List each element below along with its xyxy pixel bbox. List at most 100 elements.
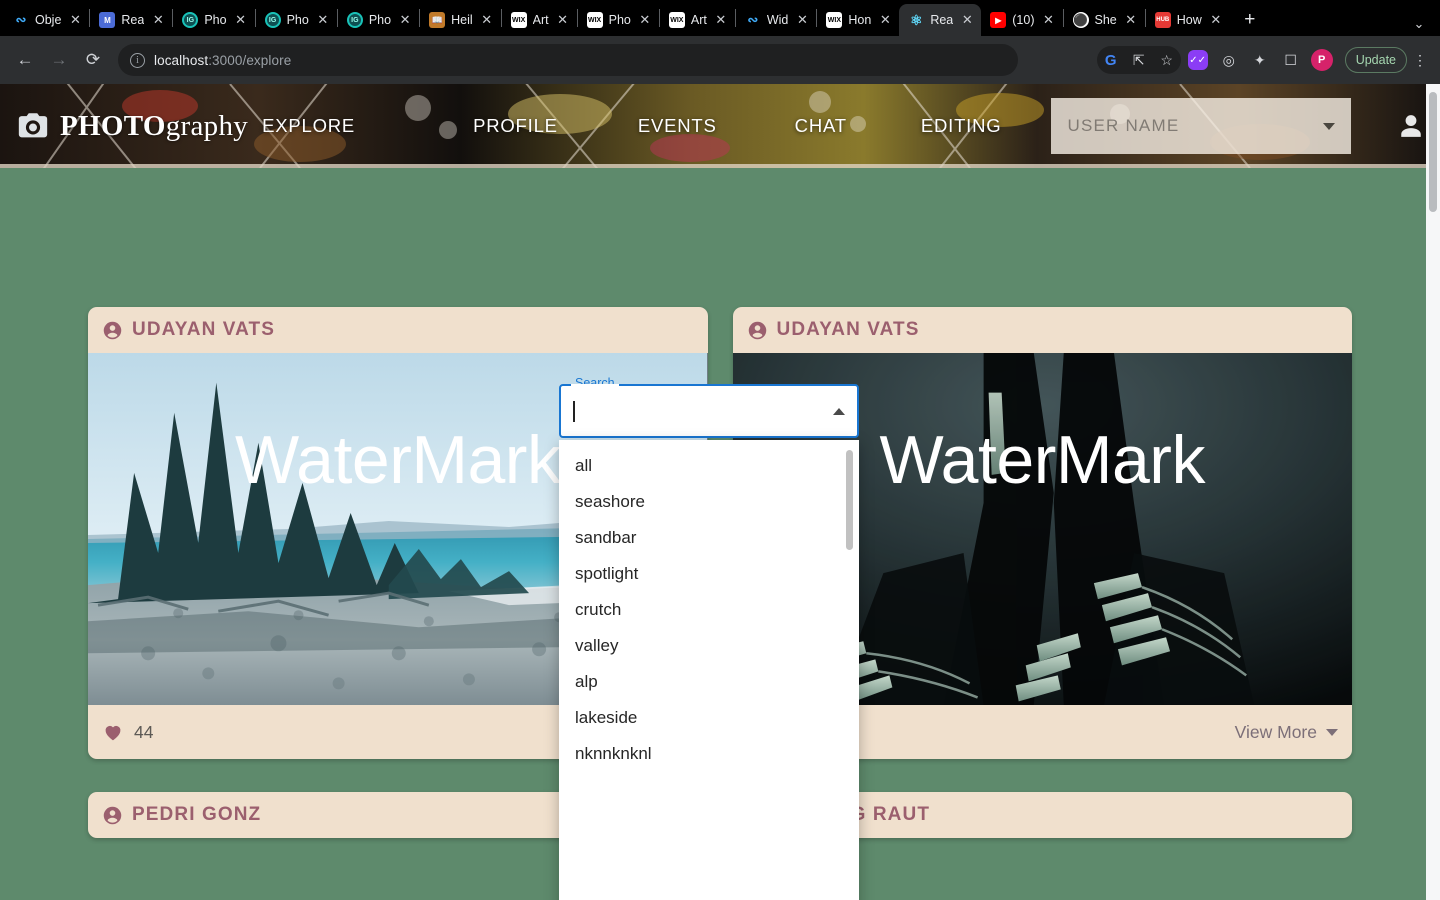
option-item[interactable]: seashore [559, 484, 859, 520]
sidepanel-icon[interactable]: ☐ [1277, 46, 1305, 74]
browser-toolbar: ← → ⟳ i localhost:3000/explore G ⇱ ☆ ✓✓ … [0, 36, 1440, 84]
close-icon[interactable]: ✕ [1208, 12, 1224, 28]
tab-title: Pho [204, 13, 227, 27]
browser-tab[interactable]: IG Pho ✕ [338, 4, 419, 36]
nav-item-events[interactable]: EVENTS [638, 115, 717, 137]
tab-title: She [1094, 13, 1117, 27]
option-item[interactable]: valley [559, 628, 859, 664]
search-combobox[interactable]: Search all seashore sandbar spotlight cr… [559, 377, 859, 900]
browser-tab[interactable]: ∾ Obje ✕ [4, 4, 89, 36]
book-icon: 📖 [429, 12, 446, 28]
site-header: PHOTOgraphy EXPLORE PROFILE EVENTS CHAT … [0, 84, 1440, 168]
wix-icon: WIX [586, 12, 603, 28]
option-item[interactable]: crutch [559, 592, 859, 628]
close-icon[interactable]: ✕ [479, 12, 495, 28]
tab-strip: ∾ Obje ✕ M Rea ✕ IG Pho ✕ IG Pho ✕ IG Ph… [0, 0, 1440, 36]
close-icon[interactable]: ✕ [1041, 12, 1057, 28]
browser-tab[interactable]: IG Pho ✕ [256, 4, 337, 36]
browser-tab[interactable]: WIX Art ✕ [660, 4, 735, 36]
back-button[interactable]: ← [10, 45, 40, 75]
option-item[interactable]: sandbar [559, 520, 859, 556]
browser-tab[interactable]: M Rea ✕ [90, 4, 172, 36]
browser-menu-kebab-icon[interactable]: ⋮ [1410, 52, 1430, 69]
scrollbar-thumb[interactable] [846, 450, 853, 550]
close-icon[interactable]: ✕ [959, 12, 975, 28]
page-scrollbar[interactable] [1426, 84, 1440, 900]
close-icon[interactable]: ✕ [555, 12, 571, 28]
browser-tab-active[interactable]: ⚛ Rea ✕ [899, 4, 982, 36]
new-tab-button[interactable]: + [1236, 6, 1264, 34]
hub-icon: HUB [1154, 12, 1171, 28]
close-icon[interactable]: ✕ [637, 12, 653, 28]
close-icon[interactable]: ✕ [713, 12, 729, 28]
nav-item-editing[interactable]: EDITING [921, 115, 1002, 137]
tab-search-chevron-down-icon[interactable]: ⌄ [1406, 16, 1432, 32]
wix-icon: WIX [826, 12, 843, 28]
browser-tab[interactable]: 📖 Heil ✕ [420, 4, 501, 36]
option-item[interactable]: alp [559, 664, 859, 700]
site-info-icon[interactable]: i [130, 52, 145, 68]
browser-tab[interactable]: IG Pho ✕ [173, 4, 254, 36]
close-icon[interactable]: ✕ [1123, 12, 1139, 28]
browser-tab[interactable]: ⚫ She ✕ [1064, 4, 1145, 36]
user-name-select[interactable]: USER NAME [1051, 98, 1352, 154]
forward-button[interactable]: → [44, 45, 74, 75]
close-icon[interactable]: ✕ [67, 12, 83, 28]
heart-icon[interactable] [102, 721, 124, 743]
browser-tab[interactable]: ∾ Wid ✕ [736, 4, 817, 36]
close-icon[interactable]: ✕ [233, 12, 249, 28]
view-more-button[interactable]: View More [1235, 722, 1338, 743]
browser-tab[interactable]: ▶ (10) ✕ [981, 4, 1062, 36]
tab-title: Obje [35, 13, 62, 27]
camera-icon [16, 109, 50, 143]
reload-button[interactable]: ⟳ [78, 45, 108, 75]
nav-item-explore[interactable]: EXPLORE [262, 115, 355, 137]
close-icon[interactable]: ✕ [794, 12, 810, 28]
person-icon[interactable] [1398, 113, 1424, 139]
search-input[interactable]: Search [559, 377, 859, 438]
tab-title: (10) [1012, 13, 1035, 27]
page-content: UDAYAN VATS WaterMark 44 UDAYAN VATS Wat… [0, 168, 1440, 900]
option-item[interactable]: all [559, 448, 859, 484]
purple-extension-icon[interactable]: ✓✓ [1184, 46, 1212, 74]
scrollbar-thumb[interactable] [1429, 92, 1437, 212]
wix-icon: WIX [510, 12, 527, 28]
chevron-down-icon [1323, 122, 1336, 130]
google-icon[interactable]: G [1097, 46, 1125, 74]
browser-tab[interactable]: WIX Hon ✕ [817, 4, 899, 36]
tab-title: Heil [451, 13, 473, 27]
update-button[interactable]: Update [1344, 47, 1407, 73]
nav-item-chat[interactable]: CHAT [795, 115, 847, 137]
browser-tab[interactable]: HUB How ✕ [1146, 4, 1230, 36]
option-item[interactable]: lakeside [559, 700, 859, 736]
address-bar[interactable]: i localhost:3000/explore [118, 44, 1018, 76]
option-item[interactable]: nknnknknl [559, 736, 859, 772]
share-icon[interactable]: ⇱ [1125, 46, 1153, 74]
search-options-listbox[interactable]: all seashore sandbar spotlight crutch va… [559, 440, 859, 900]
text-caret [573, 400, 575, 422]
option-item[interactable]: spotlight [559, 556, 859, 592]
nav-item-profile[interactable]: PROFILE [473, 115, 558, 137]
chevron-up-icon[interactable] [833, 407, 845, 415]
browser-tab[interactable]: WIX Art ✕ [502, 4, 577, 36]
site-brand[interactable]: PHOTOgraphy [60, 110, 248, 143]
teal-circle-icon: IG [182, 12, 199, 28]
close-icon[interactable]: ✕ [397, 12, 413, 28]
close-icon[interactable]: ✕ [315, 12, 331, 28]
github-icon: ⚫ [1072, 12, 1089, 28]
account-circle-icon [747, 320, 768, 341]
wix-icon: WIX [668, 12, 685, 28]
card-header: UDAYAN VATS [88, 307, 708, 353]
puzzle-extension-icon[interactable]: ✦ [1246, 46, 1274, 74]
tab-title: Wid [766, 13, 789, 27]
close-icon[interactable]: ✕ [150, 12, 166, 28]
bookmark-star-icon[interactable]: ☆ [1153, 46, 1181, 74]
dropdown-scrollbar[interactable] [846, 450, 853, 900]
avatar[interactable]: P [1308, 46, 1336, 74]
like-count: 44 [134, 721, 154, 742]
browser-tab[interactable]: WIX Pho ✕ [578, 4, 659, 36]
legend-mask [571, 384, 619, 387]
brand-light: graphy [165, 109, 249, 142]
target-icon[interactable]: ◎ [1215, 46, 1243, 74]
close-icon[interactable]: ✕ [877, 12, 893, 28]
